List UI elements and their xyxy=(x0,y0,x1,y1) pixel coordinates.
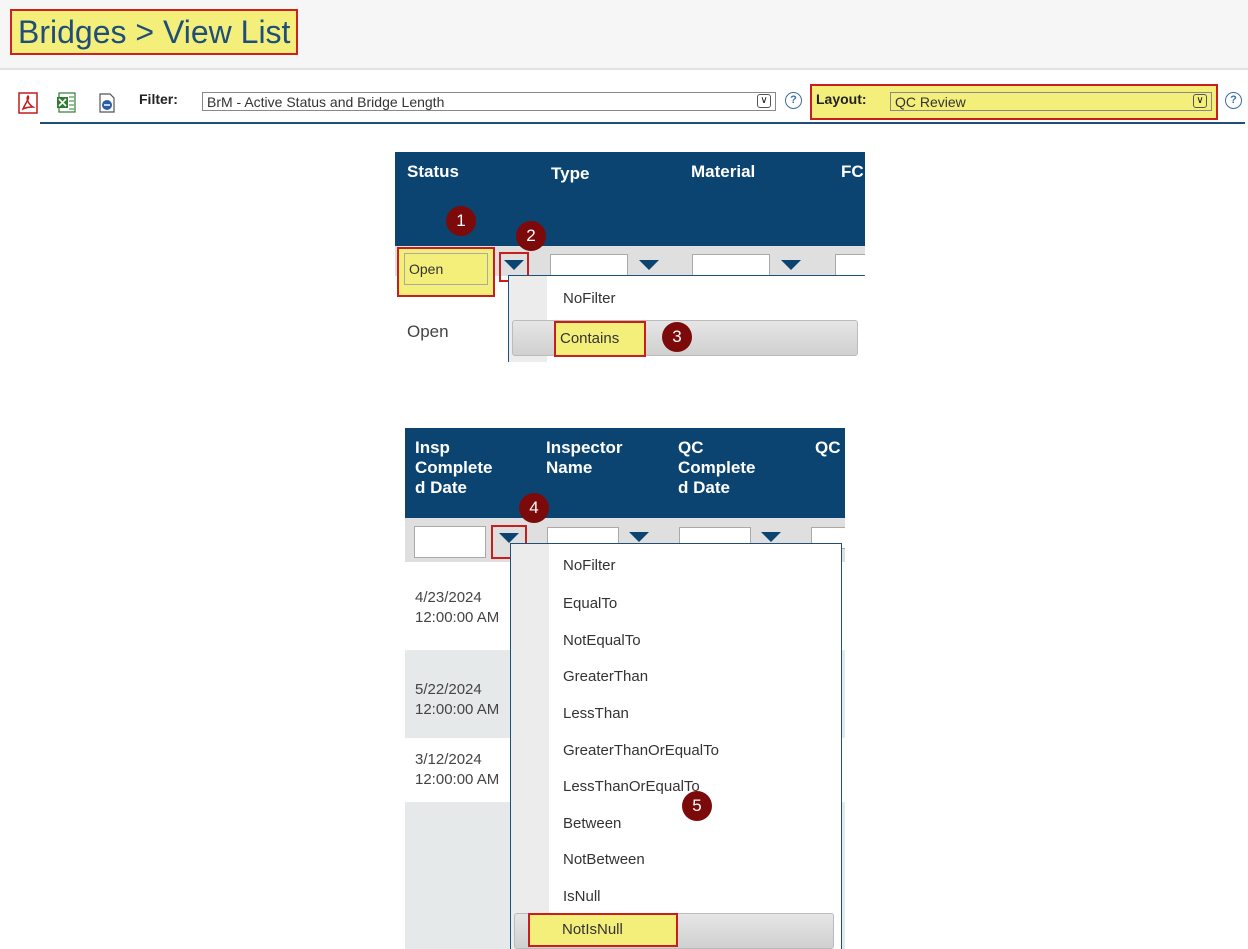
col-line: Complete xyxy=(415,458,493,477)
pdf-icon[interactable] xyxy=(18,92,38,114)
status-filter-input[interactable]: Open xyxy=(404,253,488,285)
step-badge: 2 xyxy=(516,221,546,251)
filter-select[interactable]: BrM - Active Status and Bridge Length ∨ xyxy=(202,92,776,111)
col-line: Complete xyxy=(678,458,756,477)
menu-item-lessthanorequalto[interactable]: LessThanOrEqualTo xyxy=(563,778,700,795)
funnel-icon[interactable] xyxy=(639,260,659,270)
column-header-fc[interactable]: FC xyxy=(841,162,864,182)
type-filter-input[interactable] xyxy=(550,254,628,276)
column-header-type[interactable]: Type xyxy=(551,164,589,184)
menu-item-nofilter[interactable]: NoFilter xyxy=(563,557,616,574)
insp-date-cell: 3/12/2024 12:00:00 AM xyxy=(415,750,499,790)
funnel-icon[interactable] xyxy=(781,260,801,270)
menu-item-contains[interactable]: Contains xyxy=(554,321,646,357)
menu-item-lessthan[interactable]: LessThan xyxy=(563,705,629,722)
col-line: Inspector xyxy=(546,438,623,457)
material-filter-input[interactable] xyxy=(692,254,770,276)
menu-item-notequalto[interactable]: NotEqualTo xyxy=(563,632,641,649)
filter-help-icon[interactable]: ? xyxy=(785,92,802,109)
excel-icon[interactable] xyxy=(56,92,76,114)
menu-gutter xyxy=(511,544,549,949)
layout-label: Layout: xyxy=(816,91,867,107)
funnel-icon[interactable] xyxy=(504,260,524,270)
date-filter-panel: Insp Complete d Date Inspector Name QC C… xyxy=(405,428,845,949)
toolbar-underline xyxy=(40,122,1245,124)
layout-help-icon[interactable]: ? xyxy=(1225,92,1242,109)
layout-select-value: QC Review xyxy=(895,94,966,110)
date-line: 5/22/2024 xyxy=(415,681,482,698)
menu-item-between[interactable]: Between xyxy=(563,815,621,832)
chevron-down-icon[interactable]: ∨ xyxy=(757,94,771,108)
chevron-down-icon[interactable]: ∨ xyxy=(1193,94,1207,108)
fc-filter-input[interactable] xyxy=(835,254,865,276)
col-line: QC xyxy=(678,438,704,457)
filter-select-value: BrM - Active Status and Bridge Length xyxy=(207,94,445,110)
menu-item-notbetween[interactable]: NotBetween xyxy=(563,851,645,868)
step-badge: 4 xyxy=(519,493,549,523)
column-header-qc-completed-date[interactable]: QC Complete d Date xyxy=(678,438,755,498)
page-title: Bridges > View List xyxy=(10,9,299,55)
time-line: 12:00:00 AM xyxy=(415,609,500,626)
menu-item-greaterthanorequalto[interactable]: GreaterThanOrEqualTo xyxy=(563,742,719,759)
funnel-icon[interactable] xyxy=(629,532,649,542)
date-line: 3/12/2024 xyxy=(415,751,482,768)
menu-item-equalto[interactable]: EqualTo xyxy=(563,595,617,612)
insp-date-filter-input[interactable] xyxy=(414,526,486,558)
column-header-insp-completed-date[interactable]: Insp Complete d Date xyxy=(415,438,492,498)
column-header-material[interactable]: Material xyxy=(691,162,755,182)
title-divider xyxy=(0,68,1248,70)
column-header-inspector-name[interactable]: Inspector Name xyxy=(546,438,623,478)
insp-date-cell: 5/22/2024 12:00:00 AM xyxy=(415,680,499,720)
menu-item-notisnull[interactable]: NotIsNull xyxy=(528,913,678,947)
insp-date-cell: 4/23/2024 12:00:00 AM xyxy=(415,588,499,628)
step-badge: 5 xyxy=(682,791,712,821)
step-badge: 1 xyxy=(446,206,476,236)
col-line: Insp xyxy=(415,438,450,457)
menu-item-isnull[interactable]: IsNull xyxy=(563,888,601,905)
date-line: 4/23/2024 xyxy=(415,589,482,606)
funnel-icon[interactable] xyxy=(761,532,781,542)
time-line: 12:00:00 AM xyxy=(415,771,500,788)
col-line: Name xyxy=(546,458,593,477)
layout-select[interactable]: QC Review ∨ xyxy=(890,92,1212,111)
time-line: 12:00:00 AM xyxy=(415,701,500,718)
status-filter-panel: Status Type Material FC Open Open NoFilt… xyxy=(395,152,865,362)
status-cell: Open xyxy=(407,322,449,341)
col-line: d Date xyxy=(415,478,467,497)
col-line: d Date xyxy=(678,478,730,497)
filter-operator-menu: NoFilter EqualTo NotEqualTo GreaterThan … xyxy=(510,543,842,949)
grid-header: Insp Complete d Date Inspector Name QC C… xyxy=(405,428,845,518)
column-header-status[interactable]: Status xyxy=(407,162,459,182)
menu-item-greaterthan[interactable]: GreaterThan xyxy=(563,668,648,685)
filter-operator-menu: NoFilter Contains xyxy=(508,275,865,362)
funnel-icon[interactable] xyxy=(499,533,519,543)
col-line: QC xyxy=(815,438,841,457)
step-badge: 3 xyxy=(662,322,692,352)
column-header-qc[interactable]: QC xyxy=(815,438,841,458)
filter-label: Filter: xyxy=(139,91,178,107)
menu-item-nofilter[interactable]: NoFilter xyxy=(563,290,616,307)
report-icon[interactable] xyxy=(96,92,116,114)
